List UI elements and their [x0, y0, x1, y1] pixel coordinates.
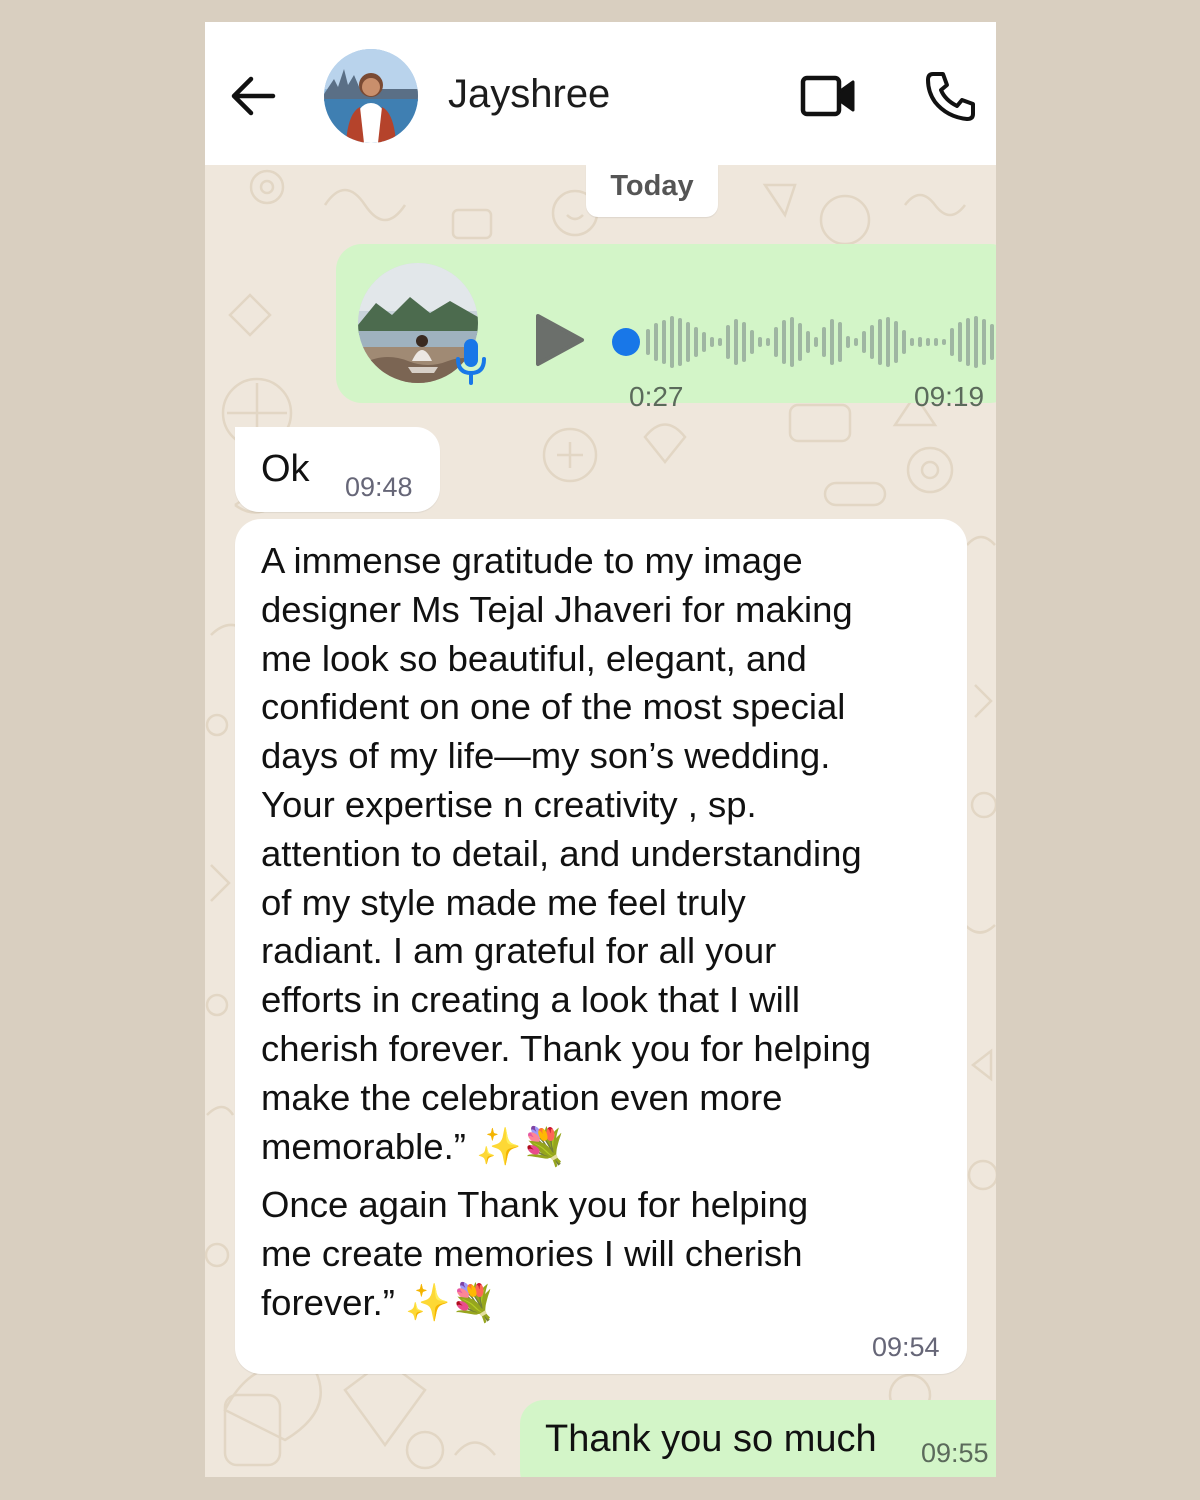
waveform-bar	[870, 325, 874, 359]
waveform-bar	[774, 327, 778, 357]
waveform-bar	[806, 331, 810, 353]
video-call-icon	[800, 75, 855, 117]
waveform-bar	[758, 337, 762, 347]
waveform-bar	[694, 327, 698, 357]
waveform-bar	[830, 319, 834, 365]
waveform-bar	[798, 323, 802, 361]
waveform-bar	[958, 322, 962, 362]
voice-message-bubble[interactable]: 0:27 09:19	[336, 244, 996, 412]
waveform-bar	[814, 337, 818, 347]
outgoing-message-bubble[interactable]: Thank you so much 09:55	[520, 1400, 996, 1477]
chat-screen: Jayshree Today 0:27 09:19 Ok 09:48 A imm…	[205, 22, 996, 1477]
waveform-bar	[846, 336, 850, 348]
waveform-bar	[878, 319, 882, 365]
microphone-icon	[456, 339, 486, 385]
message-text: Thank you so much	[545, 1418, 877, 1460]
phone-icon	[926, 72, 975, 121]
waveform-bar	[646, 329, 650, 355]
waveform-bar	[766, 338, 770, 346]
waveform-bar	[790, 317, 794, 367]
waveform-bar	[702, 332, 706, 352]
voice-waveform[interactable]	[612, 313, 996, 371]
contact-name[interactable]: Jayshree	[448, 68, 610, 120]
waveform-bar	[974, 316, 978, 368]
waveform-bar	[886, 317, 890, 367]
voice-timestamp: 09:19	[914, 381, 985, 412]
waveform-bar	[950, 328, 954, 356]
waveform-bar	[710, 337, 714, 347]
chat-header: Jayshree	[205, 22, 996, 165]
waveform-bar	[894, 321, 898, 363]
back-button[interactable]	[227, 70, 279, 122]
waveform-bar	[918, 337, 922, 347]
waveform-bar	[718, 338, 722, 346]
waveform-bar	[902, 330, 906, 354]
waveform-bar	[982, 319, 986, 365]
message-timestamp: 09:54	[872, 1332, 940, 1362]
message-paragraph: A immense gratitude to my image designer…	[261, 540, 872, 1167]
message-timestamp: 09:48	[345, 472, 413, 502]
message-timestamp: 09:55	[921, 1438, 989, 1468]
waveform-bar	[686, 322, 690, 362]
waveform-bar	[750, 330, 754, 354]
contact-avatar[interactable]	[324, 49, 418, 143]
waveform-bar	[670, 316, 674, 368]
incoming-message-bubble[interactable]: A immense gratitude to my image designer…	[235, 519, 967, 1374]
waveform-bar	[678, 318, 682, 366]
play-icon	[536, 314, 584, 366]
waveform-bar	[910, 338, 914, 346]
waveform-bar	[654, 323, 658, 361]
message-paragraph: Once again Thank you for helping me crea…	[261, 1184, 809, 1323]
incoming-message-bubble[interactable]: Ok 09:48	[235, 427, 440, 512]
message-text: Ok	[261, 448, 310, 490]
waveform-bar	[838, 322, 842, 362]
arrow-left-icon	[231, 76, 276, 116]
waveform-bar	[822, 327, 826, 357]
waveform-bar	[854, 338, 858, 346]
waveform-bar	[726, 325, 730, 359]
voice-call-button[interactable]	[923, 68, 979, 124]
waveform-bar	[742, 322, 746, 362]
message-text: A immense gratitude to my image designer…	[261, 537, 961, 1328]
waveform-bar	[934, 338, 938, 346]
waveform-bar	[862, 331, 866, 353]
play-button[interactable]	[532, 312, 586, 368]
waveform-bar	[782, 320, 786, 364]
waveform-bar	[662, 320, 666, 364]
playback-progress-dot[interactable]	[612, 328, 640, 356]
voice-duration: 0:27	[629, 381, 684, 412]
video-call-button[interactable]	[799, 72, 859, 120]
waveform-bar	[926, 338, 930, 346]
waveform-bar	[942, 339, 946, 345]
waveform-bar	[966, 318, 970, 366]
waveform-bar	[734, 319, 738, 365]
date-divider: Today	[586, 165, 718, 217]
waveform-bar	[990, 324, 994, 360]
